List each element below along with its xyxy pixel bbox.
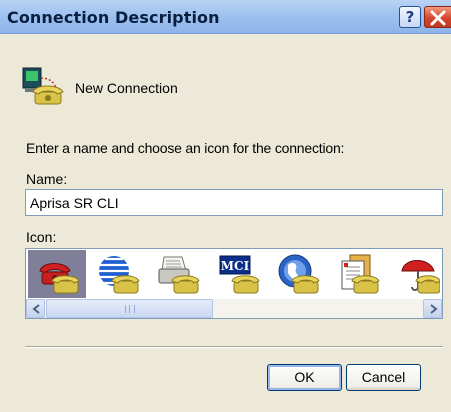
notepad-phone-icon [341, 254, 380, 294]
ok-button[interactable]: OK [267, 364, 342, 391]
network-phone-icon [22, 67, 64, 105]
grip-icon [125, 305, 135, 313]
globe-phone-icon [99, 256, 140, 294]
icon-option-notepad[interactable] [328, 250, 386, 298]
icon-label: Icon: [26, 229, 57, 245]
icon-option-mci[interactable]: MCI [208, 250, 266, 298]
world-phone-icon [278, 254, 320, 294]
icon-option-fax[interactable] [148, 250, 206, 298]
icon-option-umbrella[interactable] [388, 250, 442, 298]
close-button[interactable] [424, 6, 451, 28]
name-label: Name: [26, 171, 68, 187]
window-title: Connection Description [7, 8, 220, 27]
fax-phone-icon [158, 256, 200, 294]
icon-option-world[interactable] [268, 250, 326, 298]
red-telephone-icon [39, 263, 80, 294]
scroll-right-button[interactable] [423, 299, 442, 318]
scroll-thumb[interactable] [46, 299, 213, 318]
instruction-text: Enter a name and choose an icon for the … [26, 140, 345, 156]
horizontal-scrollbar[interactable] [26, 299, 442, 318]
svg-text:MCI: MCI [221, 259, 250, 273]
close-icon [430, 10, 446, 26]
name-input[interactable] [25, 189, 443, 216]
arrow-left-icon [32, 304, 40, 314]
arrow-right-icon [430, 304, 438, 314]
separator [25, 346, 443, 348]
icon-option-globe[interactable] [88, 250, 146, 298]
scroll-left-button[interactable] [26, 299, 45, 318]
connection-name: New Connection [75, 80, 178, 96]
icon-list[interactable]: MCI [25, 248, 443, 319]
title-bar[interactable]: Connection Description ? [0, 0, 451, 34]
icon-option-red-telephone[interactable] [28, 250, 86, 298]
mci-phone-icon: MCI [219, 255, 260, 294]
umbrella-phone-icon [401, 260, 440, 294]
help-button[interactable]: ? [399, 6, 421, 28]
cancel-button[interactable]: Cancel [346, 364, 421, 391]
